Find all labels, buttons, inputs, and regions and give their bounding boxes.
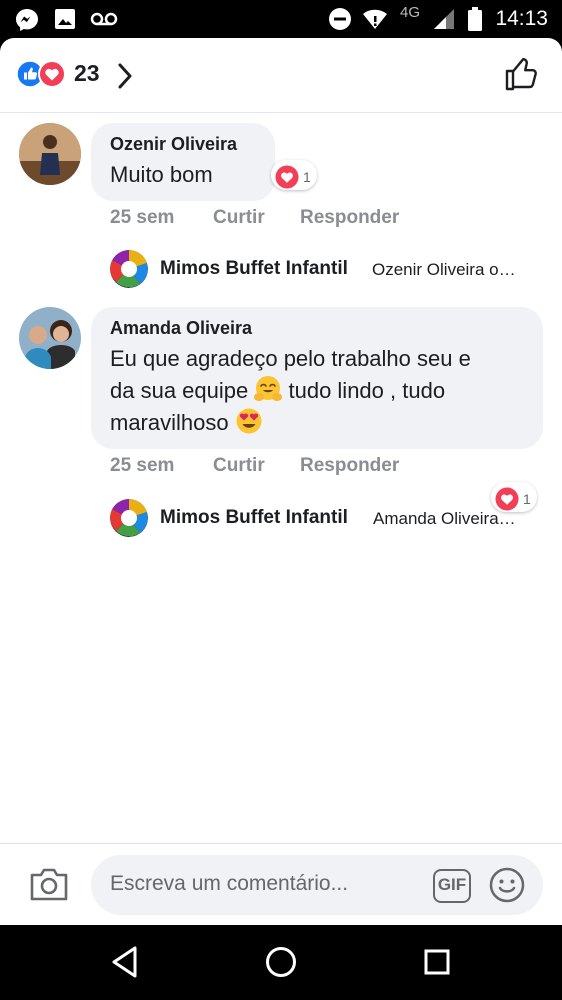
image-icon (55, 9, 75, 29)
reply-author[interactable]: Mimos Buffet Infantil (160, 258, 348, 280)
comment-bubble[interactable]: Amanda Oliveira Eu que agradeço pelo tra… (91, 307, 543, 449)
comment-item: Amanda Oliveira Eu que agradeço pelo tra… (0, 296, 562, 537)
recents-icon[interactable] (422, 945, 452, 979)
do-not-disturb-icon (329, 8, 351, 30)
comment-text-line: da sua equipe tudo lindo , tudo (110, 375, 524, 407)
avatar[interactable] (19, 123, 81, 185)
comment-time: 25 sem (110, 207, 175, 228)
battery-icon (468, 7, 482, 31)
comment-bubble[interactable]: Ozenir Oliveira Muito bom (91, 123, 275, 201)
comment-author[interactable]: Ozenir Oliveira (110, 134, 256, 155)
reply-author[interactable]: Mimos Buffet Infantil (160, 507, 348, 529)
comment-text-segment: tudo lindo , tudo (288, 378, 446, 403)
comment-input-placeholder: Escreva um comentário... (110, 872, 349, 895)
comment-author[interactable]: Amanda Oliveira (110, 318, 524, 339)
home-icon[interactable] (264, 945, 298, 979)
comment-reaction-count: 1 (303, 168, 311, 185)
gif-label: GIF (437, 875, 467, 894)
page-avatar[interactable] (110, 250, 148, 288)
comments-sheet: 23 Ozenir Oliveira Muito bom 1 25 sem Cu… (0, 38, 562, 925)
comment-reaction[interactable]: 1 (271, 160, 317, 190)
like-button[interactable]: Curtir (213, 455, 265, 477)
camera-icon[interactable] (29, 866, 69, 902)
comment-composer: Escreva um comentário... GIF (0, 843, 562, 925)
emoji-icon[interactable] (489, 867, 525, 903)
comment-input[interactable]: Escreva um comentário... GIF (91, 855, 543, 915)
heart-eyes-emoji-icon (236, 408, 262, 434)
reply-button[interactable]: Responder (300, 455, 399, 477)
like-button[interactable]: Curtir (213, 207, 265, 229)
comment-text: Muito bom (110, 162, 213, 187)
network-type: 4G (400, 4, 421, 21)
comment-text-segment: da sua equipe (110, 378, 249, 403)
hugging-face-emoji-icon (254, 376, 283, 401)
comment-time: 25 sem (110, 455, 175, 476)
reactions-header[interactable]: 23 (0, 38, 562, 113)
chevron-right-icon[interactable] (116, 62, 134, 90)
reaction-icons (16, 60, 66, 88)
reply-button[interactable]: Responder (300, 207, 399, 229)
reply-preview-row[interactable]: Mimos Buffet Infantil Ozenir Oliveira o… (110, 250, 550, 288)
voicemail-icon (90, 12, 118, 26)
clock: 14:13 (495, 7, 548, 30)
comment-text-line: Eu que agradeço pelo trabalho seu e (110, 346, 471, 371)
like-outline-icon[interactable] (504, 56, 540, 92)
reply-preview-text: Amanda Oliveira… (373, 509, 516, 528)
love-icon (275, 165, 299, 188)
status-bar: 4G 14:13 (0, 0, 562, 38)
comment-text-segment: maravilhoso (110, 410, 229, 435)
system-nav-bar (0, 925, 562, 1000)
reply-preview-text: Ozenir Oliveira o… (372, 260, 516, 279)
page-avatar[interactable] (110, 499, 148, 537)
avatar[interactable] (19, 307, 81, 369)
gif-button[interactable]: GIF (433, 869, 471, 903)
messenger-icon (16, 9, 38, 31)
back-icon[interactable] (110, 945, 140, 979)
comment-text-line: maravilhoso (110, 407, 524, 439)
reaction-count: 23 (74, 60, 100, 86)
comment-text: Eu que agradeço pelo trabalho seu e da s… (110, 343, 524, 439)
wifi-icon (363, 9, 387, 30)
comment-item: Ozenir Oliveira Muito bom 1 25 sem Curti… (0, 113, 562, 288)
reply-preview-row[interactable]: Mimos Buffet Infantil Amanda Oliveira… (110, 499, 550, 537)
signal-icon (434, 9, 454, 29)
love-icon (38, 60, 66, 88)
